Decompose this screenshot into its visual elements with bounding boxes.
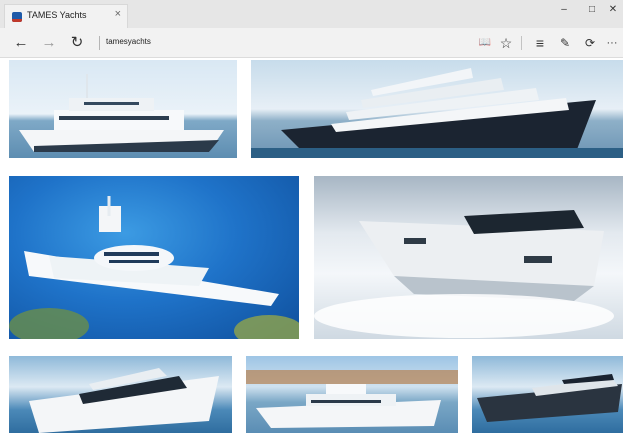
- more-menu-icon[interactable]: ···: [603, 34, 621, 52]
- minimize-button[interactable]: –: [554, 4, 574, 15]
- sport-yacht-image: [29, 368, 219, 433]
- refresh-button[interactable]: ↻: [68, 34, 86, 52]
- yacht-photo-dark-hull-superyacht[interactable]: [251, 60, 623, 158]
- address-separator: [99, 36, 100, 50]
- back-button[interactable]: ←: [12, 34, 30, 52]
- cruiser-yacht-image: [246, 370, 458, 428]
- dark-sport-boat-image: [477, 374, 622, 422]
- tab-tames-yachts[interactable]: TAMES Yachts ×: [4, 4, 128, 28]
- hub-icon[interactable]: ≡: [531, 34, 549, 52]
- maximize-button[interactable]: □: [582, 4, 602, 15]
- web-note-icon[interactable]: ✎: [556, 34, 574, 52]
- tab-strip: TAMES Yachts × – □ ✕: [0, 0, 623, 28]
- yacht-photo-speedboat-spray[interactable]: [314, 176, 623, 339]
- dark-hull-superyacht-image: [251, 68, 623, 158]
- navigation-bar: ← → ↻ tamesyachts 📖 ☆ ≡ ✎ ⟳ ···: [0, 28, 623, 58]
- yacht-photo-futuristic-white-yacht[interactable]: [9, 176, 299, 339]
- share-icon[interactable]: ⟳: [581, 34, 599, 52]
- speedboat-spray-image: [314, 210, 614, 338]
- yacht-photo-dark-sport-boat[interactable]: [472, 356, 623, 433]
- favorite-star-icon[interactable]: ☆: [497, 34, 515, 52]
- close-tab-icon[interactable]: ×: [115, 8, 121, 20]
- reading-view-icon[interactable]: 📖: [476, 34, 494, 52]
- site-favicon-icon: [12, 12, 22, 22]
- tab-title: TAMES Yachts: [27, 10, 87, 20]
- close-window-button[interactable]: ✕: [603, 4, 623, 15]
- futuristic-white-yacht-image: [9, 196, 299, 339]
- yacht-photo-sport-yacht[interactable]: [9, 356, 232, 433]
- toolbar-separator: [521, 36, 522, 50]
- address-bar[interactable]: tamesyachts: [106, 37, 151, 46]
- forward-button[interactable]: →: [40, 34, 58, 52]
- yacht-photo-white-motor-yacht[interactable]: [9, 60, 237, 158]
- yacht-photo-cruiser-yacht[interactable]: [246, 356, 458, 433]
- white-motor-yacht-image: [19, 74, 224, 152]
